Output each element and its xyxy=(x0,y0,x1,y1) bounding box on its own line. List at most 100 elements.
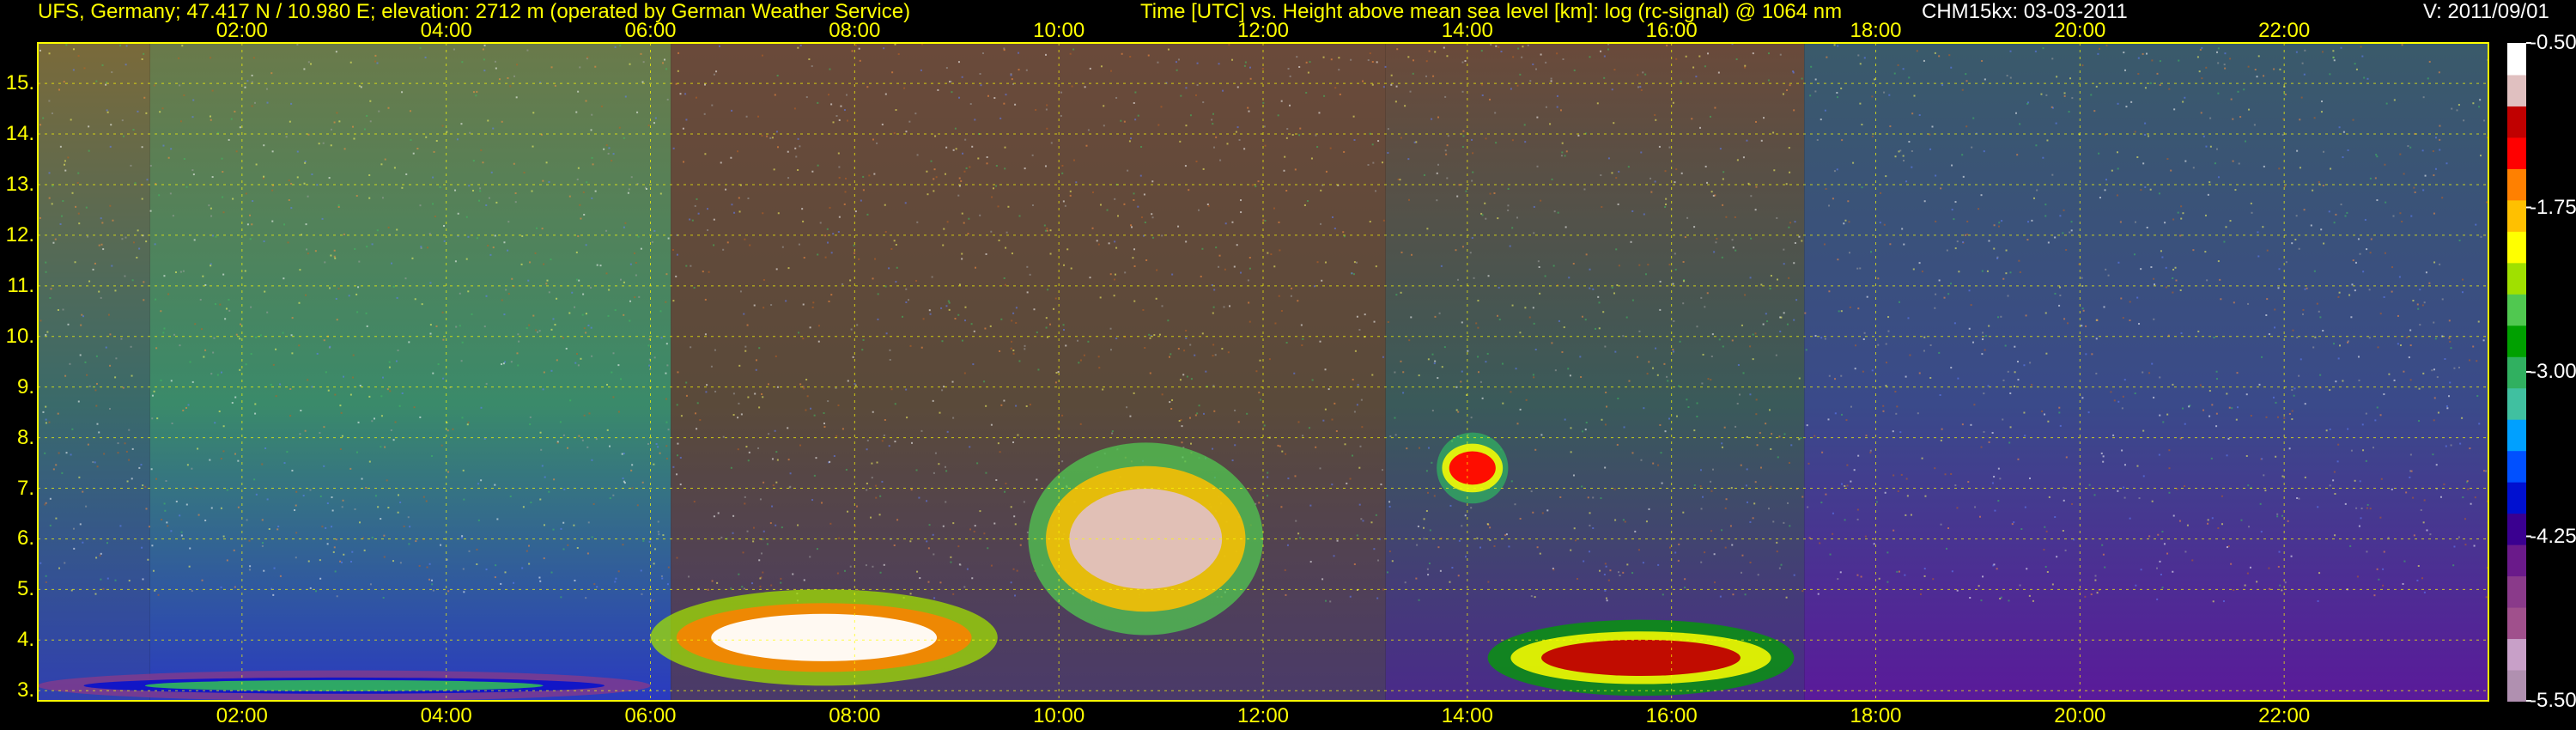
noise-speck xyxy=(1258,502,1261,504)
noise-speck xyxy=(277,526,280,528)
noise-speck xyxy=(48,172,51,174)
noise-speck xyxy=(1243,148,1246,150)
noise-speck xyxy=(787,150,789,153)
noise-speck xyxy=(888,267,890,270)
noise-speck xyxy=(1911,113,1914,115)
noise-speck xyxy=(1316,146,1319,149)
noise-speck xyxy=(421,303,423,306)
noise-speck xyxy=(957,545,960,548)
noise-speck xyxy=(1438,312,1441,314)
noise-speck xyxy=(703,113,706,115)
noise-speck xyxy=(2413,534,2415,537)
noise-speck xyxy=(997,442,999,445)
noise-speck xyxy=(1814,335,1817,338)
noise-speck xyxy=(2217,92,2220,94)
noise-speck xyxy=(945,470,948,472)
noise-speck xyxy=(1923,575,1926,577)
noise-speck xyxy=(2476,360,2478,362)
noise-speck xyxy=(2069,77,2071,80)
noise-speck xyxy=(2016,361,2019,363)
noise-speck xyxy=(667,237,670,240)
noise-speck xyxy=(562,548,565,551)
noise-speck xyxy=(2168,491,2171,494)
noise-speck xyxy=(1682,260,1685,263)
noise-speck xyxy=(211,176,214,179)
noise-speck xyxy=(1672,349,1674,351)
noise-speck xyxy=(1675,415,1678,417)
noise-speck xyxy=(1031,204,1034,207)
noise-speck xyxy=(57,308,59,311)
noise-speck xyxy=(1353,261,1356,264)
noise-speck xyxy=(2408,356,2410,359)
noise-speck xyxy=(526,327,528,330)
noise-speck xyxy=(1114,273,1116,276)
noise-speck xyxy=(70,119,72,121)
noise-speck xyxy=(1377,140,1380,143)
noise-speck xyxy=(234,586,236,588)
y-tick-label: 15. xyxy=(5,71,34,95)
noise-speck xyxy=(1664,206,1667,209)
noise-speck xyxy=(2336,460,2339,463)
noise-speck xyxy=(2313,117,2316,119)
noise-speck xyxy=(2201,77,2203,80)
noise-speck xyxy=(532,145,534,148)
noise-speck xyxy=(167,156,170,159)
noise-speck xyxy=(893,132,896,135)
noise-speck xyxy=(285,136,288,138)
noise-speck xyxy=(2287,520,2289,522)
noise-speck xyxy=(271,220,274,222)
noise-speck xyxy=(801,208,804,210)
noise-speck xyxy=(2467,488,2470,490)
noise-speck xyxy=(99,554,101,557)
noise-speck xyxy=(657,446,659,448)
noise-speck xyxy=(1951,164,1953,167)
noise-speck xyxy=(1233,265,1236,268)
noise-speck xyxy=(472,91,475,94)
noise-speck xyxy=(579,66,581,69)
noise-speck xyxy=(1177,348,1180,350)
noise-speck xyxy=(1684,587,1686,589)
noise-speck xyxy=(606,429,609,431)
noise-speck xyxy=(380,395,383,398)
noise-speck xyxy=(711,104,714,106)
noise-speck xyxy=(408,341,410,344)
noise-speck xyxy=(1025,405,1028,408)
noise-speck xyxy=(2149,82,2152,84)
noise-speck xyxy=(2095,338,2098,340)
noise-speck xyxy=(995,185,998,187)
noise-speck xyxy=(2117,400,2120,403)
noise-speck xyxy=(2275,401,2277,404)
noise-speck xyxy=(1127,169,1129,172)
noise-speck xyxy=(1428,563,1431,565)
noise-speck xyxy=(348,295,350,297)
noise-speck xyxy=(1425,60,1428,63)
noise-speck xyxy=(622,478,624,480)
noise-speck xyxy=(1783,433,1786,435)
noise-speck xyxy=(2182,212,2184,215)
noise-speck xyxy=(422,496,425,498)
noise-speck xyxy=(1130,224,1133,227)
noise-speck xyxy=(971,145,974,148)
noise-speck xyxy=(987,547,989,550)
noise-speck xyxy=(467,290,470,293)
noise-speck xyxy=(587,324,590,326)
noise-speck xyxy=(507,76,509,79)
noise-speck xyxy=(1156,269,1158,271)
noise-speck xyxy=(356,451,359,453)
noise-speck xyxy=(2420,508,2422,511)
noise-speck xyxy=(909,593,912,595)
noise-speck xyxy=(1934,307,1936,309)
noise-speck xyxy=(1505,533,1508,536)
noise-speck xyxy=(578,279,580,282)
noise-speck xyxy=(619,278,622,281)
noise-speck xyxy=(76,181,79,184)
noise-speck xyxy=(2276,515,2279,518)
noise-speck xyxy=(378,110,380,113)
noise-speck xyxy=(1814,90,1817,93)
noise-speck xyxy=(1825,187,1827,190)
noise-speck xyxy=(574,579,576,581)
noise-speck xyxy=(1834,378,1837,380)
noise-speck xyxy=(695,412,697,415)
noise-speck xyxy=(539,580,542,582)
noise-speck xyxy=(199,298,202,301)
